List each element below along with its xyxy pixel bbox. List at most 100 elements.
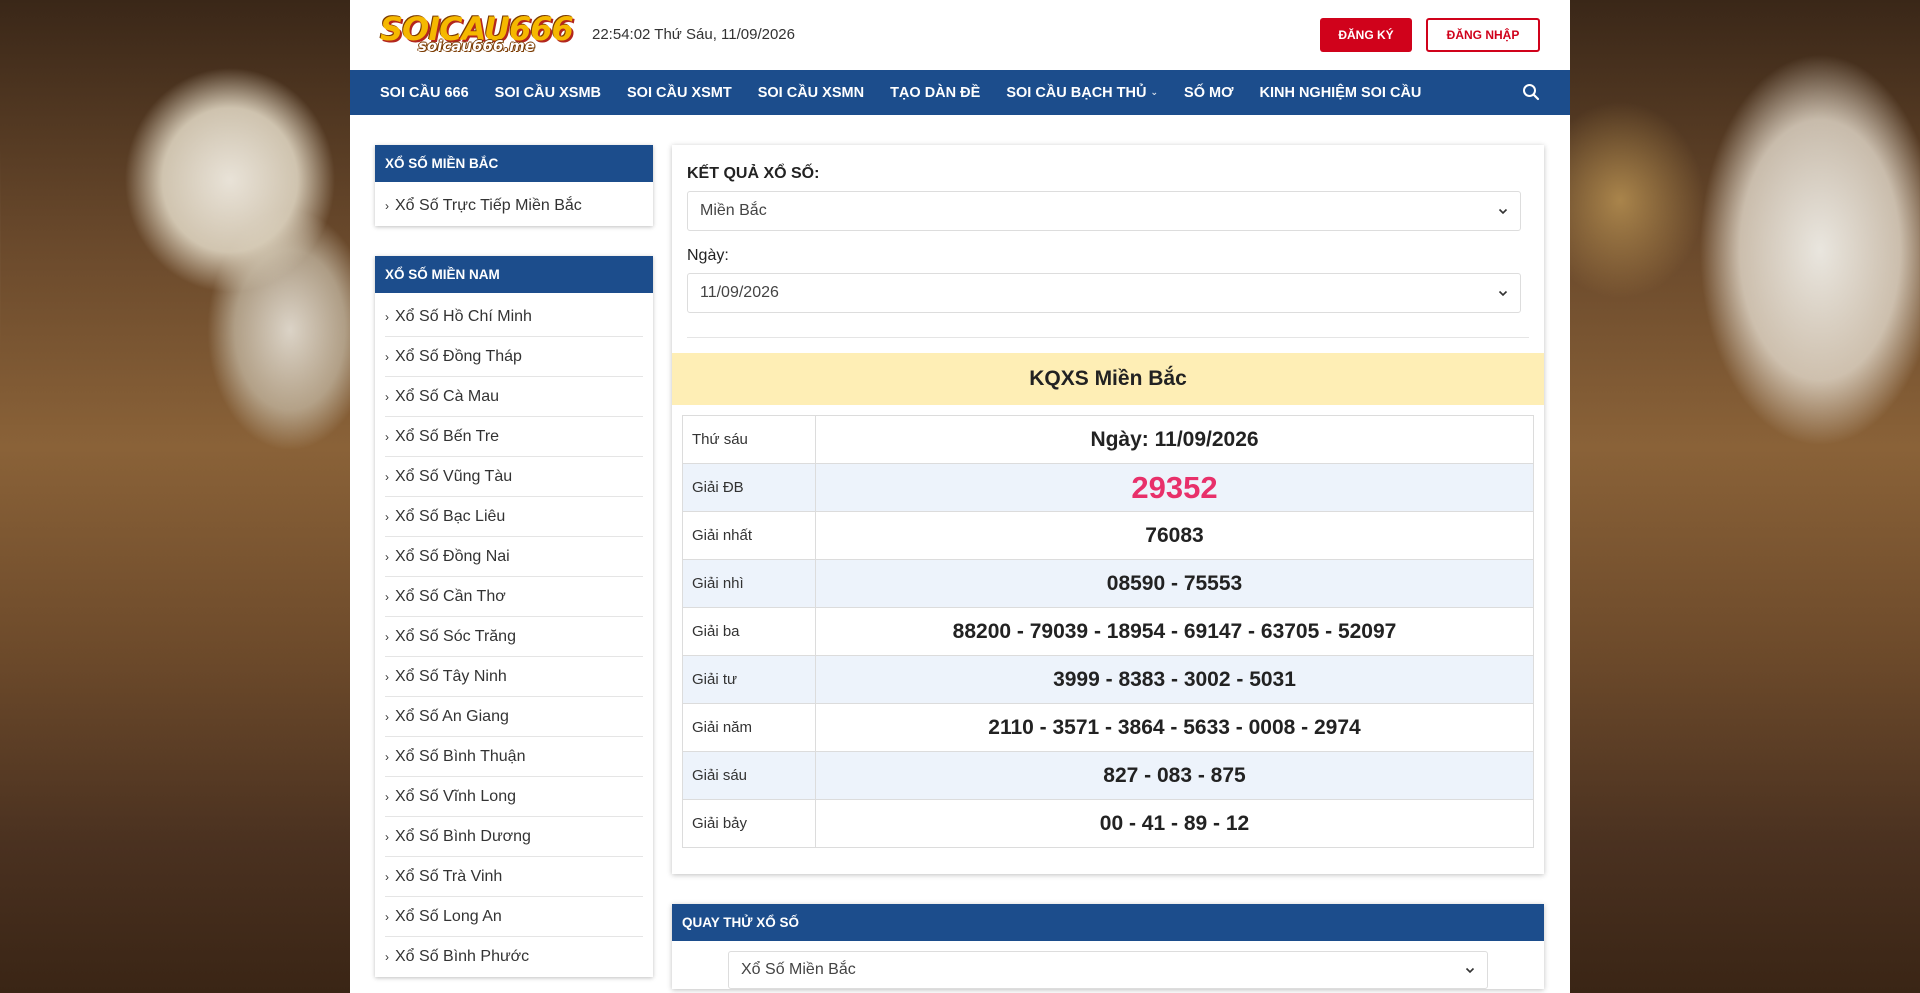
nav-item-soi-cau-666[interactable]: SOI CẦU 666 [380, 85, 469, 101]
chevron-right-icon: › [385, 789, 389, 804]
sidebar-item-label: Xổ Số Đồng Tháp [395, 347, 522, 365]
sidebar-item-south[interactable]: › Xổ Số Bến Tre [385, 417, 643, 457]
prize-value: 00 - 41 - 89 - 12 [815, 799, 1534, 848]
sidebar-item-south[interactable]: › Xổ Số Hồ Chí Minh [385, 297, 643, 337]
prize-label: Giải bảy [682, 799, 816, 848]
prize-row: Giải ba 88200 - 79039 - 18954 - 69147 - 6… [682, 607, 1534, 656]
prize-row: Giải nhất 76083 [682, 511, 1534, 560]
sidebar-item-south[interactable]: › Xổ Số Cà Mau [385, 377, 643, 417]
chevron-right-icon: › [385, 199, 389, 213]
date-select-value: 11/09/2026 [700, 284, 779, 301]
sidebar-item-label: Xổ Số Sóc Trăng [395, 627, 516, 645]
sidebar-item-south[interactable]: › Xổ Số Cần Thơ [385, 577, 643, 617]
sidebar: XỔ SỐ MIỀN BẮC › Xổ Số Trực Tiếp Miền Bắc… [375, 145, 653, 993]
logo-sub-text: soicau666.me [418, 37, 535, 55]
date-select[interactable]: 11/09/2026 [687, 273, 1521, 313]
results-table: Thứ sáu Ngày: 11/09/2026 Giải ĐB 29352 Giả… [682, 415, 1534, 848]
sidebar-item-south[interactable]: › Xổ Số Bạc Liêu [385, 497, 643, 537]
sidebar-item-label: Xổ Số Bình Dương [395, 827, 531, 845]
prize-row: Giải tư 3999 - 8383 - 3002 - 5031 [682, 655, 1534, 704]
sidebar-item-label: Xổ Số Đồng Nai [395, 547, 510, 565]
sidebar-item-north[interactable]: › Xổ Số Trực Tiếp Miền Bắc [385, 186, 643, 226]
login-button[interactable]: ĐĂNG NHẬP [1426, 18, 1540, 52]
nav-item-so-mo[interactable]: SỐ MƠ [1184, 85, 1233, 101]
result-label: KẾT QUẢ XỔ SỐ: [687, 165, 820, 182]
prize-value: 08590 - 75553 [815, 559, 1534, 608]
chevron-right-icon: › [385, 869, 389, 884]
nav-item-tao-dan-de[interactable]: TẠO DÀN ĐỀ [890, 85, 980, 101]
nav-item-soi-cau-xsmt[interactable]: SOI CẦU XSMT [627, 85, 732, 101]
sidebar-item-label: Xổ Số Trà Vinh [395, 867, 503, 885]
chevron-down-icon: ⌄ [1150, 87, 1159, 97]
nav-item-soi-cau-bach-thu[interactable]: SOI CẦU BẠCH THỦ ⌄ [1006, 85, 1158, 101]
sidebar-item-south[interactable]: › Xổ Số Tây Ninh [385, 657, 643, 697]
sidebar-title-north: XỔ SỐ MIỀN BẮC [375, 145, 653, 182]
prize-row: Giải nhì 08590 - 75553 [682, 559, 1534, 608]
prize-value: 2110 - 3571 - 3864 - 5633 - 0008 - 2974 [815, 703, 1534, 752]
sidebar-item-south[interactable]: › Xổ Số Vũng Tàu [385, 457, 643, 497]
chevron-down-icon [1465, 967, 1475, 974]
chevron-right-icon: › [385, 589, 389, 604]
day-cell: Thứ sáu [682, 415, 816, 464]
current-datetime: 22:54:02 Thứ Sáu, 11/09/2026 [592, 26, 795, 43]
chevron-right-icon: › [385, 349, 389, 364]
sidebar-item-label: Xổ Số Cà Mau [395, 387, 500, 405]
prize-row: Giải năm 2110 - 3571 - 3864 - 5633 - 0008… [682, 703, 1534, 752]
site-logo[interactable]: SOICAU666 soicau666.me [380, 10, 574, 58]
page: SOICAU666 soicau666.me 22:54:02 Thứ Sáu,… [350, 0, 1570, 993]
chevron-right-icon: › [385, 429, 389, 444]
quay-thu-box: QUAY THỬ XỔ SỐ Xổ Số Miền Bắc [672, 904, 1544, 989]
prize-value: 88200 - 79039 - 18954 - 69147 - 63705 - … [815, 607, 1534, 656]
prize-label: Giải năm [682, 703, 816, 752]
sidebar-item-south[interactable]: › Xổ Số Vĩnh Long [385, 777, 643, 817]
sidebar-item-south[interactable]: › Xổ Số Bình Dương [385, 817, 643, 857]
sidebar-item-south[interactable]: › Xổ Số Trà Vinh [385, 857, 643, 897]
prize-row: Giải ĐB 29352 [682, 463, 1534, 512]
region-select[interactable]: Miền Bắc [687, 191, 1521, 231]
special-prize-value: 29352 [815, 463, 1534, 512]
prize-row: Giải bảy 00 - 41 - 89 - 12 [682, 799, 1534, 848]
quay-thu-select[interactable]: Xổ Số Miền Bắc [728, 951, 1488, 989]
nav-item-soi-cau-xsmn[interactable]: SOI CẦU XSMN [758, 85, 864, 101]
date-label: Ngày: [687, 247, 729, 264]
prize-value: 3999 - 8383 - 3002 - 5031 [815, 655, 1534, 704]
sidebar-item-label: Xổ Số Bình Thuận [395, 747, 526, 765]
chevron-right-icon: › [385, 469, 389, 484]
sidebar-item-south[interactable]: › Xổ Số Đồng Tháp [385, 337, 643, 377]
register-button[interactable]: ĐĂNG KÝ [1320, 18, 1412, 52]
sidebar-box-north: XỔ SỐ MIỀN BẮC › Xổ Số Trực Tiếp Miền Bắc [375, 145, 653, 226]
result-form: KẾT QUẢ XỔ SỐ: Miền Bắc Ngày: 11/09/2026 [672, 145, 1544, 341]
chevron-right-icon: › [385, 749, 389, 764]
chevron-right-icon: › [385, 709, 389, 724]
sidebar-item-label: Xổ Số Vũng Tàu [395, 467, 513, 485]
main-nav: SOI CẦU 666 SOI CẦU XSMB SOI CẦU XSMT SO… [350, 70, 1570, 115]
prize-label: Giải nhất [682, 511, 816, 560]
prize-label: Giải ba [682, 607, 816, 656]
prize-row: Giải sáu 827 - 083 - 875 [682, 751, 1534, 800]
prize-label: Giải tư [682, 655, 816, 704]
sidebar-item-label: Xổ Số Long An [395, 907, 502, 925]
sidebar-item-south[interactable]: › Xổ Số Sóc Trăng [385, 617, 643, 657]
sidebar-item-label: Xổ Số An Giang [395, 707, 509, 725]
chevron-right-icon: › [385, 389, 389, 404]
quay-thu-form: Xổ Số Miền Bắc [672, 941, 1544, 989]
nav-item-soi-cau-xsmb[interactable]: SOI CẦU XSMB [495, 85, 601, 101]
sidebar-item-south[interactable]: › Xổ Số Đồng Nai [385, 537, 643, 577]
prize-value: 827 - 083 - 875 [815, 751, 1534, 800]
date-header-cell: Ngày: 11/09/2026 [815, 415, 1534, 464]
chevron-right-icon: › [385, 950, 389, 964]
search-icon[interactable] [1522, 83, 1540, 101]
sidebar-list-north: › Xổ Số Trực Tiếp Miền Bắc [375, 182, 653, 226]
region-select-value: Miền Bắc [700, 202, 767, 219]
chevron-right-icon: › [385, 509, 389, 524]
sidebar-item-label: Xổ Số Tây Ninh [395, 667, 507, 685]
sidebar-item-south[interactable]: › Xổ Số Long An [385, 897, 643, 937]
sidebar-item-south[interactable]: › Xổ Số Bình Thuận [385, 737, 643, 777]
nav-item-kinh-nghiem[interactable]: KINH NGHIỆM SOI CẦU [1259, 85, 1421, 101]
sidebar-item-south[interactable]: › Xổ Số An Giang [385, 697, 643, 737]
chevron-right-icon: › [385, 629, 389, 644]
sidebar-item-south[interactable]: › Xổ Số Bình Phước [385, 937, 643, 977]
nav-item-soi-cau-bach-thu-label: SOI CẦU BẠCH THỦ [1006, 84, 1147, 101]
top-header: SOICAU666 soicau666.me 22:54:02 Thứ Sáu,… [350, 0, 1570, 70]
table-header-row: Thứ sáu Ngày: 11/09/2026 [682, 415, 1534, 464]
